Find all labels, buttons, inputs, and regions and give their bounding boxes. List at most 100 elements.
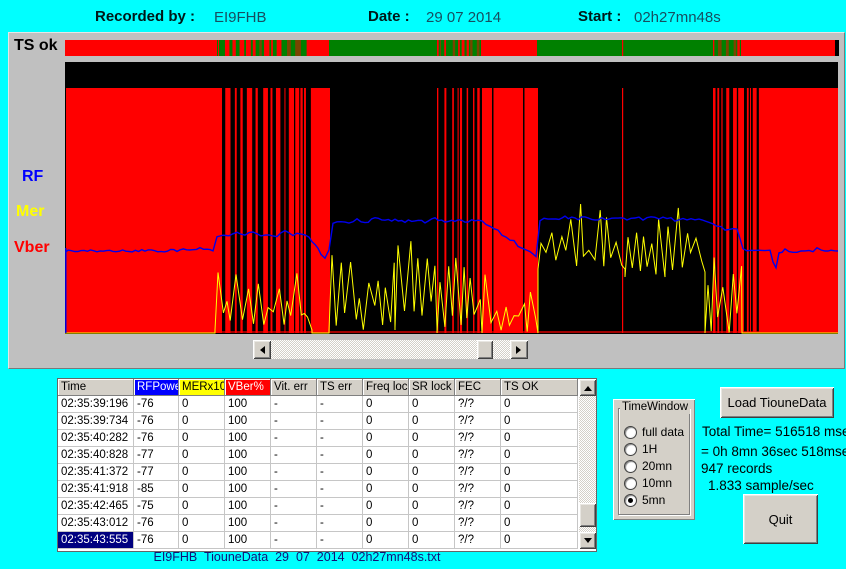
table-cell[interactable]: 02:35:43:555 [58,532,134,549]
table-cell[interactable]: 02:35:41:918 [58,481,134,498]
table-cell[interactable]: ?/? [455,498,501,515]
table-cell[interactable]: ?/? [455,396,501,413]
table-cell[interactable]: 0 [179,532,225,549]
table-cell[interactable]: 0 [409,396,455,413]
table-cell[interactable]: - [317,464,363,481]
table-cell[interactable]: - [271,481,317,498]
table-cell[interactable]: 02:35:39:734 [58,413,134,430]
table-cell[interactable]: - [317,481,363,498]
table-cell[interactable]: 100 [225,447,271,464]
radio-button-icon[interactable] [624,494,637,507]
table-cell[interactable]: 0 [409,413,455,430]
table-cell[interactable]: 0 [363,515,409,532]
table-cell[interactable]: 0 [363,532,409,549]
table-row[interactable]: 02:35:40:282-760100--00?/?0 [58,430,578,447]
table-cell[interactable]: -77 [134,464,179,481]
table-cell[interactable]: 0 [363,447,409,464]
table-cell[interactable]: 02:35:40:828 [58,447,134,464]
table-cell[interactable]: - [271,430,317,447]
radio-button-icon[interactable] [624,460,637,473]
scroll-right-button[interactable] [510,340,528,359]
timewindow-option-1h[interactable]: 1H [624,442,657,456]
table-cell[interactable]: 100 [225,532,271,549]
table-cell[interactable]: 0 [363,481,409,498]
table-vscrollbar[interactable] [579,379,596,549]
table-cell[interactable]: 100 [225,396,271,413]
table-cell[interactable]: 0 [501,515,578,532]
table-cell[interactable]: - [271,532,317,549]
table-cell[interactable]: 0 [409,430,455,447]
table-row[interactable]: 02:35:42:465-750100--00?/?0 [58,498,578,515]
table-cell[interactable]: - [317,515,363,532]
table-cell[interactable]: 02:35:41:372 [58,464,134,481]
table-cell[interactable]: 0 [409,498,455,515]
table-row[interactable]: 02:35:43:555-760100--00?/?0 [58,532,578,549]
table-cell[interactable]: ?/? [455,515,501,532]
table-cell[interactable]: 0 [179,396,225,413]
table-cell[interactable]: 0 [363,464,409,481]
table-cell[interactable]: 100 [225,498,271,515]
radio-button-icon[interactable] [624,443,637,456]
table-cell[interactable]: - [317,396,363,413]
table-cell[interactable]: -76 [134,532,179,549]
table-cell[interactable]: 0 [179,430,225,447]
table-cell[interactable]: 100 [225,464,271,481]
table-cell[interactable]: 0 [501,413,578,430]
table-cell[interactable]: - [271,447,317,464]
table-cell[interactable]: ?/? [455,413,501,430]
table-row[interactable]: 02:35:41:372-770100--00?/?0 [58,464,578,481]
table-cell[interactable]: - [317,413,363,430]
table-cell[interactable]: - [271,464,317,481]
table-cell[interactable]: -75 [134,498,179,515]
table-cell[interactable]: 100 [225,481,271,498]
table-cell[interactable]: ?/? [455,464,501,481]
table-cell[interactable]: 02:35:39:196 [58,396,134,413]
table-row[interactable]: 02:35:39:196-760100--00?/?0 [58,396,578,413]
table-scroll-up-button[interactable] [579,379,596,396]
table-cell[interactable]: - [317,498,363,515]
table-cell[interactable]: 100 [225,430,271,447]
table-cell[interactable]: 0 [501,396,578,413]
table-cell[interactable]: 0 [179,413,225,430]
radio-button-icon[interactable] [624,477,637,490]
table-cell[interactable]: -76 [134,413,179,430]
table-cell[interactable]: - [317,447,363,464]
table-cell[interactable]: 0 [409,464,455,481]
table-cell[interactable]: ?/? [455,532,501,549]
table-cell[interactable]: -77 [134,447,179,464]
quit-button[interactable]: Quit [743,494,818,544]
table-cell[interactable]: ?/? [455,481,501,498]
table-cell[interactable]: -85 [134,481,179,498]
chart-hscrollbar[interactable] [253,340,528,359]
table-cell[interactable]: 0 [363,430,409,447]
table-cell[interactable]: 0 [501,498,578,515]
table-cell[interactable]: 0 [179,447,225,464]
table-cell[interactable]: 0 [409,515,455,532]
radio-button-icon[interactable] [624,426,637,439]
table-cell[interactable]: ?/? [455,430,501,447]
load-tiounedata-button[interactable]: Load TiouneData [720,387,834,418]
table-row[interactable]: 02:35:41:918-850100--00?/?0 [58,481,578,498]
table-cell[interactable]: 0 [501,532,578,549]
timewindow-option-full-data[interactable]: full data [624,425,684,439]
table-cell[interactable]: - [317,430,363,447]
table-cell[interactable]: 0 [179,481,225,498]
table-row[interactable]: 02:35:43:012-760100--00?/?0 [58,515,578,532]
table-scroll-down-button[interactable] [579,532,596,549]
table-cell[interactable]: 0 [409,447,455,464]
table-cell[interactable]: 100 [225,515,271,532]
table-cell[interactable]: 02:35:40:282 [58,430,134,447]
table-cell[interactable]: 02:35:43:012 [58,515,134,532]
timewindow-option-20mn[interactable]: 20mn [624,459,672,473]
timewindow-option-5mn[interactable]: 5mn [624,493,665,507]
table-cell[interactable]: 0 [409,532,455,549]
table-cell[interactable]: 0 [179,464,225,481]
chart-hscrollbar-thumb[interactable] [477,340,493,359]
table-cell[interactable]: - [271,396,317,413]
table-cell[interactable]: - [271,515,317,532]
table-cell[interactable]: 0 [363,396,409,413]
table-cell[interactable]: 0 [501,430,578,447]
table-cell[interactable]: 0 [363,498,409,515]
table-cell[interactable]: 0 [501,481,578,498]
table-cell[interactable]: 0 [501,447,578,464]
